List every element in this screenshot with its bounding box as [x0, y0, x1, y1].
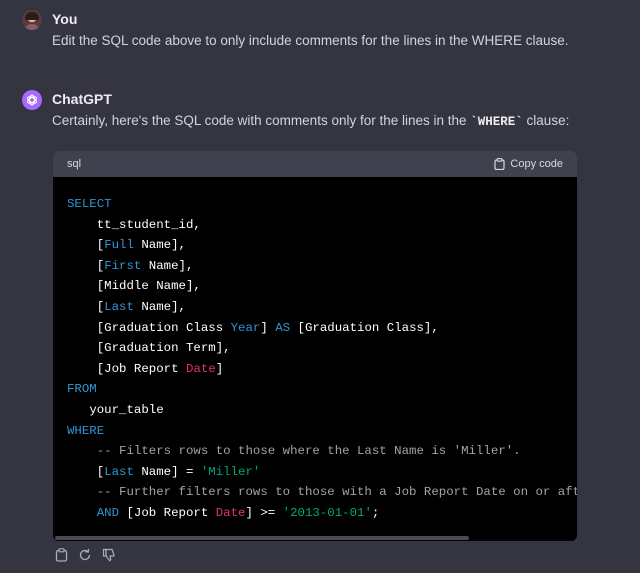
code-token: AS: [275, 320, 291, 335]
code-token: AND: [96, 505, 120, 520]
code-token: Full: [104, 238, 134, 253]
regenerate-icon: [79, 548, 91, 561]
chatgpt-avatar: [22, 90, 42, 110]
clipboard-icon: [55, 548, 67, 562]
code-block: sql Copy code SELECT tt_student_id, [Ful…: [53, 151, 577, 541]
copy-code-button[interactable]: Copy code: [494, 158, 563, 170]
code-token: Last: [104, 299, 134, 314]
clipboard-icon: [494, 158, 506, 170]
code-language-label: sql: [67, 158, 82, 170]
copy-code-label: Copy code: [510, 158, 563, 170]
thumbs-down-icon: [102, 548, 115, 562]
code-token: your_table: [89, 402, 164, 417]
code-line: SELECT: [67, 194, 577, 215]
user-author-name: You: [52, 11, 78, 27]
assistant-intro-text: Certainly, here's the SQL code with comm…: [52, 113, 569, 129]
code-line: FROM: [67, 379, 577, 400]
code-token: First: [104, 258, 142, 273]
code-token: [Middle Name],: [96, 279, 201, 294]
code-line: WHERE: [67, 421, 577, 442]
dislike-button[interactable]: [101, 547, 117, 563]
code-line: AND [Job Report Date] >= '2013-01-01';: [67, 503, 577, 524]
code-token: [Graduation Class: [96, 320, 231, 335]
code-token: Name],: [133, 299, 186, 314]
code-line: [Graduation Class Year] AS [Graduation C…: [67, 318, 577, 339]
code-line: [Graduation Term],: [67, 338, 577, 359]
code-content: SELECT tt_student_id, [Full Name], [Firs…: [53, 177, 577, 524]
code-token: ] >=: [245, 505, 283, 520]
code-token: Name] =: [133, 464, 201, 479]
code-token: Date: [185, 361, 216, 376]
code-line: tt_student_id,: [67, 215, 577, 236]
code-token: Date: [215, 505, 246, 520]
code-line: -- Further filters rows to those with a …: [67, 482, 577, 503]
copy-message-button[interactable]: [53, 547, 69, 563]
code-token: [Job Report: [119, 505, 216, 520]
regenerate-button[interactable]: [77, 547, 93, 563]
code-token: ;: [371, 505, 380, 520]
intro-before: Certainly, here's the SQL code with comm…: [52, 113, 471, 128]
code-line: [Job Report Date]: [67, 359, 577, 380]
code-token: ]: [260, 320, 276, 335]
user-message-text: Edit the SQL code above to only include …: [52, 33, 569, 48]
code-token: tt_student_id,: [96, 217, 201, 232]
code-token: WHERE: [67, 423, 105, 438]
message-actions: [53, 547, 117, 563]
code-line: [First Name],: [67, 256, 577, 277]
code-token: FROM: [67, 382, 97, 397]
code-token: Name],: [141, 258, 194, 273]
assistant-author-name: ChatGPT: [52, 91, 112, 107]
code-line: [Middle Name],: [67, 276, 577, 297]
code-token: Name],: [133, 238, 186, 253]
code-token: [Graduation Class],: [290, 320, 439, 335]
code-token: SELECT: [67, 197, 112, 211]
code-block-header: sql Copy code: [53, 151, 577, 177]
intro-after: clause:: [522, 113, 570, 128]
code-token: [Job Report: [96, 361, 186, 376]
code-line: your_table: [67, 400, 577, 421]
scrollbar-thumb[interactable]: [55, 536, 469, 540]
horizontal-scrollbar[interactable]: [53, 535, 577, 541]
code-line: [Last Name] = 'Miller': [67, 462, 577, 483]
code-token: 'Miller': [200, 464, 261, 479]
code-token: Year: [230, 320, 261, 335]
code-line: -- Filters rows to those where the Last …: [67, 441, 577, 462]
code-line: [Full Name],: [67, 235, 577, 256]
user-avatar: [22, 10, 42, 30]
code-token: -- Further filters rows to those with a …: [96, 485, 577, 500]
code-token: '2013-01-01': [282, 505, 372, 520]
code-token: Last: [104, 464, 134, 479]
openai-logo-icon: [27, 94, 37, 106]
code-line: [Last Name],: [67, 297, 577, 318]
code-token: -- Filters rows to those where the Last …: [96, 444, 521, 459]
code-token: [Graduation Term],: [96, 341, 231, 356]
code-token: ]: [215, 361, 224, 376]
intro-inline-code: `WHERE`: [470, 115, 523, 129]
